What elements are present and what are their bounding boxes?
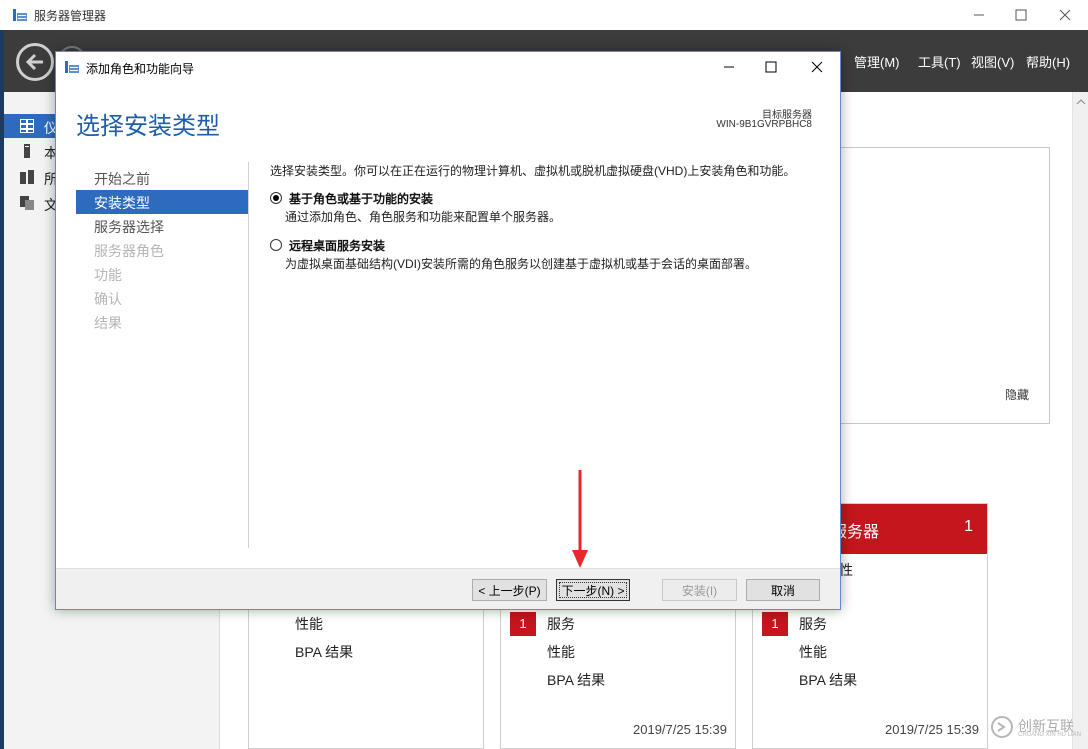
option-description: 通过添加角色、角色服务和功能来配置单个服务器。 xyxy=(285,210,562,224)
step-installation-type[interactable]: 安装类型 xyxy=(76,190,248,214)
previous-button[interactable]: < 上一步(P) xyxy=(472,579,547,601)
tile-row-performance[interactable]: 性能 xyxy=(547,642,575,666)
maximize-icon xyxy=(765,61,777,73)
watermark-icon xyxy=(991,716,1013,738)
menu-help[interactable]: 帮助(H) xyxy=(1026,52,1070,71)
wizard-maximize-button[interactable] xyxy=(748,52,794,82)
dashboard-icon xyxy=(20,119,34,133)
menu-view[interactable]: 视图(V) xyxy=(971,52,1014,71)
step-results: 结果 xyxy=(76,310,248,334)
step-label: 确认 xyxy=(94,291,122,307)
watermark-subtext: CHUANG XIN HU LIAN xyxy=(1018,732,1082,738)
close-icon xyxy=(1059,9,1071,21)
tile-timestamp: 2019/7/25 15:39 xyxy=(885,722,979,737)
app-title: 服务器管理器 xyxy=(34,9,107,23)
step-label: 结果 xyxy=(94,315,122,331)
menu-manage[interactable]: 管理(M) xyxy=(854,52,900,71)
option-title[interactable]: 远程桌面服务安装 xyxy=(289,237,385,254)
menu-tools[interactable]: 工具(T) xyxy=(918,52,961,71)
nav-divider xyxy=(248,162,249,548)
minimize-icon xyxy=(724,66,734,68)
step-before-you-begin[interactable]: 开始之前 xyxy=(76,166,248,190)
minimize-icon xyxy=(974,14,984,16)
annotation-arrow xyxy=(572,470,588,568)
vertical-scrollbar[interactable] xyxy=(1072,92,1088,749)
arrow-left-icon xyxy=(25,53,43,71)
tile-count: 1 xyxy=(964,518,973,535)
target-server-value: WIN-9B1GVRPBHC8 xyxy=(716,119,812,130)
tile-row-performance[interactable]: 性能 xyxy=(295,614,323,638)
wizard-title: 添加角色和功能向导 xyxy=(86,62,195,76)
cancel-button[interactable]: 取消 xyxy=(746,579,820,601)
radio-role-based[interactable] xyxy=(270,192,282,204)
step-label: 服务器角色 xyxy=(94,243,164,259)
close-icon xyxy=(811,61,823,73)
server-manager-icon xyxy=(13,9,27,21)
step-confirmation: 确认 xyxy=(76,286,248,310)
step-label: 服务器选择 xyxy=(94,219,164,235)
alert-badge: 1 xyxy=(762,612,788,636)
step-label: 安装类型 xyxy=(94,195,150,211)
close-button[interactable] xyxy=(1042,0,1088,30)
tile-row-performance[interactable]: 性能 xyxy=(799,642,827,666)
page-title: 选择安装类型 xyxy=(76,112,220,140)
step-features: 功能 xyxy=(76,262,248,286)
option-description: 为虚拟桌面基础结构(VDI)安装所需的角色服务以创建基于虚拟机或基于会话的桌面部… xyxy=(285,257,757,271)
step-label: 功能 xyxy=(94,267,122,283)
hide-link[interactable]: 隐藏 xyxy=(1005,386,1029,403)
radio-remote-desktop[interactable] xyxy=(270,239,282,251)
back-button[interactable] xyxy=(16,43,54,81)
wizard-titlebar: 添加角色和功能向导 xyxy=(56,52,840,82)
wizard-icon xyxy=(65,61,79,73)
maximize-icon xyxy=(1015,9,1027,21)
tile-row-services[interactable]: 服务 xyxy=(799,614,827,638)
all-servers-icon xyxy=(20,170,34,184)
tile-row-bpa[interactable]: BPA 结果 xyxy=(547,670,605,694)
intro-text: 选择安装类型。你可以在正在运行的物理计算机、虚拟机或脱机虚拟硬盘(VHD)上安装… xyxy=(270,164,796,178)
tile-timestamp: 2019/7/25 15:39 xyxy=(633,722,727,737)
next-button[interactable]: 下一步(N) > xyxy=(556,579,630,601)
maximize-button[interactable] xyxy=(998,0,1044,30)
app-titlebar: 服务器管理器 xyxy=(0,0,1088,30)
step-label: 开始之前 xyxy=(94,171,150,187)
install-button: 安装(I) xyxy=(662,579,737,601)
minimize-button[interactable] xyxy=(956,0,1002,30)
welcome-panel: 隐藏 xyxy=(840,147,1050,424)
tile-row-bpa[interactable]: BPA 结果 xyxy=(295,642,353,666)
wizard-close-button[interactable] xyxy=(794,52,840,82)
wizard-minimize-button[interactable] xyxy=(706,52,752,82)
alert-badge: 1 xyxy=(510,612,536,636)
add-roles-wizard-dialog: 添加角色和功能向导 选择安装类型 目标服务器 WIN-9B1GVRPBHC8 开… xyxy=(55,51,841,610)
tile-row-bpa[interactable]: BPA 结果 xyxy=(799,670,857,694)
tile-row-partial[interactable]: 性 xyxy=(839,560,853,584)
watermark-logo: 创新互联 CHUANG XIN HU LIAN xyxy=(990,712,1088,742)
step-server-roles: 服务器角色 xyxy=(76,238,248,262)
option-title[interactable]: 基于角色或基于功能的安装 xyxy=(289,190,433,207)
local-server-icon xyxy=(24,144,30,158)
file-services-icon xyxy=(20,196,34,210)
step-server-selection[interactable]: 服务器选择 xyxy=(76,214,248,238)
tile-row-services[interactable]: 服务 xyxy=(547,614,575,638)
wizard-body: 选择安装类型 目标服务器 WIN-9B1GVRPBHC8 开始之前 安装类型 服… xyxy=(56,82,840,568)
wizard-footer: < 上一步(P) 下一步(N) > 安装(I) 取消 xyxy=(56,568,840,609)
chevron-up-icon xyxy=(1076,99,1086,105)
